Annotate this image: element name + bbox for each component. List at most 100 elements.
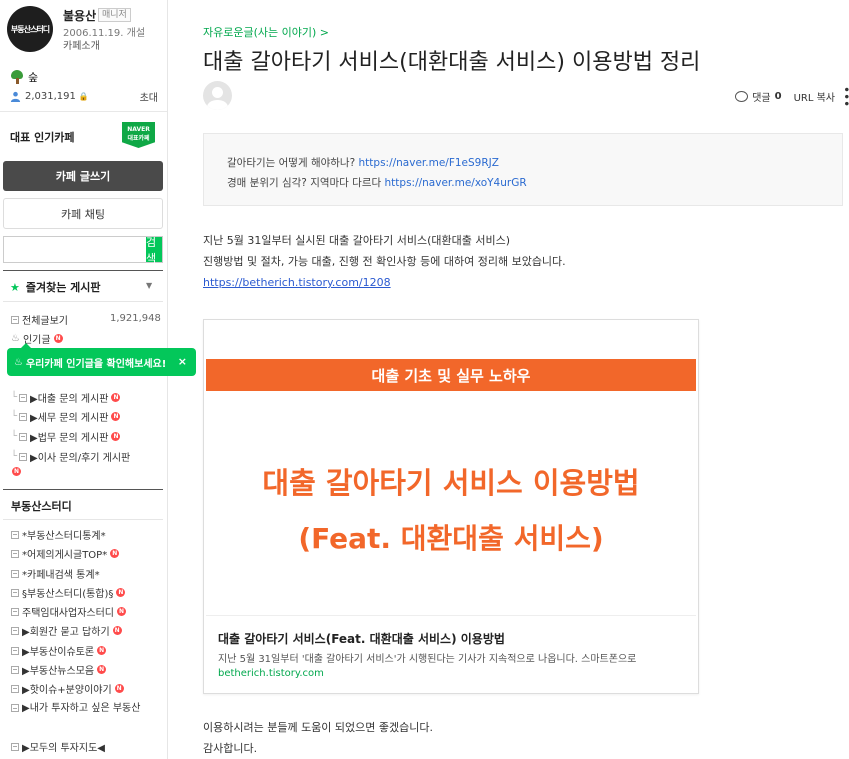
board-item[interactable]: ▶핫이슈+분양이야기 N xyxy=(11,681,124,696)
naver-popular-badge[interactable]: NAVER 대표카페 xyxy=(122,122,155,148)
invite-button[interactable]: 초대 xyxy=(140,89,158,104)
article-closing: 이용하시려는 분들께 도움이 되었으면 좋겠습니다. 감사합니다. xyxy=(203,717,433,759)
new-badge: N xyxy=(117,607,126,616)
board-icon xyxy=(19,412,28,421)
board-icon xyxy=(11,315,19,324)
popular-cafe-label: 대표 인기카페 xyxy=(10,131,75,144)
board-icon xyxy=(19,452,28,461)
new-badge: N xyxy=(116,588,126,597)
search-button[interactable]: 검색 xyxy=(146,236,162,265)
quote-box: 갈아타기는 어떻게 해야하나? https://naver.me/F1eS9RJ… xyxy=(203,133,843,206)
board-label: §부동산스터디(통합)§ xyxy=(22,589,114,600)
board-icon xyxy=(11,742,19,751)
person-icon xyxy=(10,91,21,102)
board-item[interactable]: ▶부동산이슈토론 N xyxy=(11,643,107,658)
divider xyxy=(3,489,163,490)
flame-icon: ♨ xyxy=(11,333,20,344)
board-label: ▶이사 문의/후기 게시판 xyxy=(30,453,131,464)
divider xyxy=(3,519,163,520)
avatar[interactable] xyxy=(203,81,232,110)
board-icon xyxy=(11,684,19,693)
naver-badge-line1: NAVER xyxy=(127,126,150,133)
board-label: *어제의게시글TOP* xyxy=(22,550,108,561)
board-icon xyxy=(11,626,19,635)
article-title: 대출 갈아타기 서비스(대환대출 서비스) 이용방법 정리 xyxy=(203,50,701,75)
board-icon xyxy=(11,549,19,558)
board-label: ▶부동산뉴스모음 xyxy=(22,666,95,677)
quote-line: 경매 분위기 심각? 지역마다 다르다 https://naver.me/xoY… xyxy=(227,173,819,193)
sub-board-item[interactable]: └ ▶법무 문의 게시판 N xyxy=(11,429,121,444)
cafe-intro-link[interactable]: 카페소개 xyxy=(63,37,100,52)
new-badge-wrap: N xyxy=(9,467,21,476)
comment-label[interactable]: 댓글 xyxy=(752,89,770,104)
cafe-search-input[interactable] xyxy=(4,237,146,262)
board-item[interactable]: *카페내검색 통계* xyxy=(11,566,100,581)
cafe-logo[interactable]: 부동산스터디 xyxy=(7,6,53,52)
board-icon xyxy=(11,646,19,655)
tree-connector: └ xyxy=(11,392,18,403)
card-hero-line: (Feat. 대환대출 서비스) xyxy=(298,522,604,555)
close-icon[interactable]: × xyxy=(178,355,187,368)
board-item[interactable]: ▶모두의 투자지도◀ xyxy=(11,739,105,754)
quote-link[interactable]: https://naver.me/F1eS9RJZ xyxy=(359,157,499,169)
new-badge: N xyxy=(111,432,121,441)
quote-link[interactable]: https://naver.me/xoY4urGR xyxy=(385,177,527,189)
breadcrumb[interactable]: 자유로운글(사는 이야기) > xyxy=(203,24,329,40)
cafe-header: 부동산스터디 불용산 매니저 2006.11.19. 개설 카페소개 xyxy=(0,0,167,58)
new-badge: N xyxy=(12,467,21,476)
new-badge: N xyxy=(97,665,107,674)
link-preview-card[interactable]: 대출 기초 및 실무 노하우 대출 갈아타기 서비스 이용방법 (Feat. 대… xyxy=(203,319,699,694)
board-icon xyxy=(11,530,19,539)
body-text: 진행방법 및 절차, 가능 대출, 진행 전 확인사항 등에 대하여 정리해 보… xyxy=(203,255,566,268)
board-item[interactable]: ▶내가 투자하고 싶은 부동산 xyxy=(11,699,156,718)
divider xyxy=(0,111,167,112)
board-all-posts[interactable]: 전체글보기 xyxy=(11,312,68,327)
cafe-rank-label: 숲 xyxy=(28,71,39,84)
board-icon xyxy=(19,432,28,441)
board-icon xyxy=(11,588,19,597)
more-options-icon[interactable]: ••• xyxy=(839,86,849,107)
card-hero-line: 대출 갈아타기 서비스 이용방법 xyxy=(262,466,640,500)
star-icon: ★ xyxy=(10,280,20,294)
board-item[interactable]: *어제의게시글TOP* N xyxy=(11,546,120,561)
body-link[interactable]: https://betherich.tistory.com/1208 xyxy=(203,276,391,289)
url-copy-button[interactable]: URL 복사 xyxy=(794,89,835,104)
cafe-chat-button[interactable]: 카페 채팅 xyxy=(3,198,163,229)
board-item[interactable]: *부동산스터디통계* xyxy=(11,527,106,542)
cafe-name[interactable]: 불용산 xyxy=(63,7,96,24)
board-item[interactable]: ▶회원간 묻고 답하기 N xyxy=(11,623,122,638)
board-label: ▶부동산이슈토론 xyxy=(22,647,95,658)
card-domain[interactable]: betherich.tistory.com xyxy=(218,668,324,679)
quote-text: 갈아타기는 어떻게 해야하나? xyxy=(227,157,356,169)
quote-text: 경매 분위기 심각? 지역마다 다르다 xyxy=(227,177,382,189)
card-banner: 대출 기초 및 실무 노하우 xyxy=(206,359,696,391)
popular-posts-toast[interactable]: ♨ 우리카페 인기글을 확인해보세요! × xyxy=(7,343,196,376)
board-popular[interactable]: ♨ 인기글 N xyxy=(11,331,63,346)
sub-board-item[interactable]: └ ▶세무 문의 게시판 N xyxy=(11,409,121,424)
tree-connector: └ xyxy=(11,411,18,422)
board-item[interactable]: 주택임대사업자스터디 N xyxy=(11,604,126,619)
comment-icon[interactable] xyxy=(735,91,749,103)
caret-down-icon[interactable]: ▼ xyxy=(146,281,152,290)
member-count[interactable]: 2,031,191 xyxy=(25,91,76,102)
favorite-boards-header[interactable]: ★ 즐겨찾는 게시판 xyxy=(10,279,101,295)
article-body: 지난 5월 31일부터 실시된 대출 갈아타기 서비스(대환대출 서비스) 진행… xyxy=(203,230,843,293)
naver-badge-line2: 대표카페 xyxy=(127,135,150,142)
board-label: ▶세무 문의 게시판 xyxy=(30,413,109,424)
card-thumbnail: 대출 기초 및 실무 노하우 대출 갈아타기 서비스 이용방법 (Feat. 대… xyxy=(206,322,696,616)
board-label: ▶모두의 투자지도◀ xyxy=(22,743,105,754)
comment-count: 0 xyxy=(774,91,782,103)
flame-icon: ♨ xyxy=(14,356,23,368)
cafe-write-button[interactable]: 카페 글쓰기 xyxy=(3,161,163,191)
sub-board-item[interactable]: └ ▶이사 문의/후기 게시판 xyxy=(11,449,130,464)
cafe-rank[interactable]: 숲 xyxy=(10,69,38,85)
board-label: ▶법무 문의 게시판 xyxy=(30,433,109,444)
member-row: 2,031,191 🔒 초대 xyxy=(10,89,158,104)
sub-board-item[interactable]: └ ▶대출 문의 게시판 N xyxy=(11,390,121,405)
article-tools: 댓글 0 URL 복사 ••• xyxy=(735,86,849,107)
card-title[interactable]: 대출 갈아타기 서비스(Feat. 대환대출 서비스) 이용방법 xyxy=(218,630,505,647)
board-icon xyxy=(11,569,19,578)
board-item[interactable]: §부동산스터디(통합)§ N xyxy=(11,585,126,600)
board-item[interactable]: ▶부동산뉴스모음 N xyxy=(11,662,107,677)
quote-line: 갈아타기는 어떻게 해야하나? https://naver.me/F1eS9RJ… xyxy=(227,153,819,173)
